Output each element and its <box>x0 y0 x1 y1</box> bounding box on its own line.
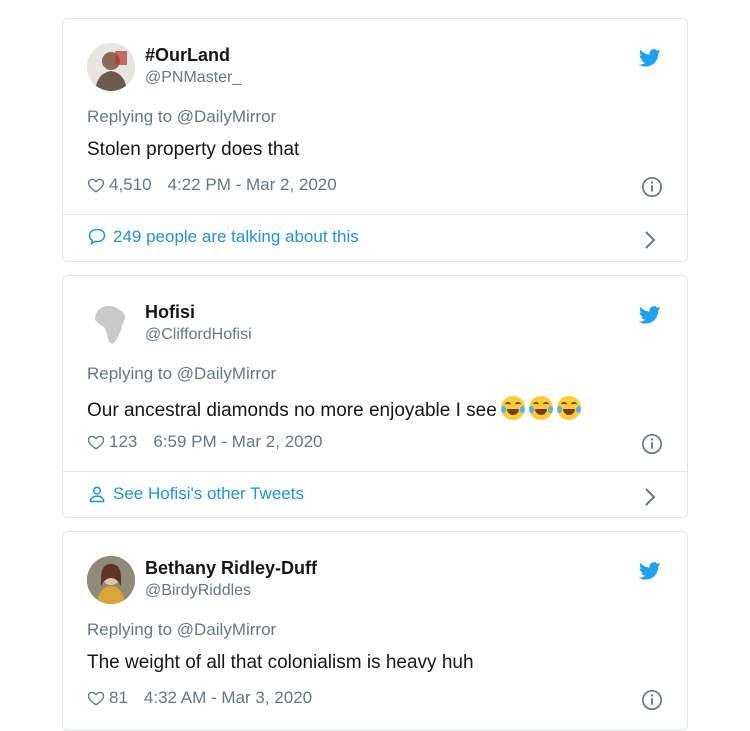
tweet-text-body: Our ancestral diamonds no more enjoyable… <box>87 400 497 421</box>
timestamp[interactable]: 6:59 PM - Mar 2, 2020 <box>153 432 322 452</box>
tweet-card[interactable]: Bethany Ridley-Duff @BirdyRiddles Replyi… <box>62 531 688 731</box>
comment-icon <box>88 228 106 246</box>
tweet-meta: 4,510 4:22 PM - Mar 2, 2020 <box>87 175 337 195</box>
like-count[interactable]: 4,510 <box>109 175 152 195</box>
info-icon[interactable] <box>641 176 663 198</box>
reply-context[interactable]: Replying to @DailyMirror <box>87 107 276 127</box>
tweet-text: The weight of all that colonialism is he… <box>87 652 474 673</box>
tweet-meta: 123 6:59 PM - Mar 2, 2020 <box>87 432 323 452</box>
user-name[interactable]: Bethany Ridley-Duff <box>145 558 317 579</box>
user-handle[interactable]: @BirdyRiddles <box>145 582 251 600</box>
chevron-right-icon[interactable] <box>643 229 657 251</box>
tweet-card[interactable]: #OurLand @PNMaster_ Replying to @DailyMi… <box>62 18 688 262</box>
avatar[interactable] <box>87 300 135 348</box>
user-handle[interactable]: @CliffordHofisi <box>145 326 252 344</box>
reply-context[interactable]: Replying to @DailyMirror <box>87 620 276 640</box>
timestamp[interactable]: 4:22 PM - Mar 2, 2020 <box>168 175 337 195</box>
avatar[interactable] <box>87 556 135 604</box>
divider <box>63 471 687 472</box>
profile-link[interactable]: See Hofisi's other Tweets <box>87 484 304 504</box>
laughing-crying-emoji-icon <box>528 396 553 420</box>
laughing-crying-emoji-icon <box>556 396 581 420</box>
heart-icon[interactable] <box>87 689 105 707</box>
footer-label: See Hofisi's other Tweets <box>113 484 304 503</box>
twitter-bird-icon[interactable] <box>639 560 661 582</box>
like-count[interactable]: 81 <box>109 688 128 708</box>
twitter-bird-icon[interactable] <box>639 47 661 69</box>
info-icon[interactable] <box>641 689 663 711</box>
laughing-crying-emoji-icon <box>500 396 525 420</box>
user-handle[interactable]: @PNMaster_ <box>145 69 241 87</box>
tweet-text: Our ancestral diamonds no more enjoyable… <box>87 396 581 422</box>
like-count[interactable]: 123 <box>109 432 137 452</box>
twitter-bird-icon[interactable] <box>639 304 661 326</box>
person-icon <box>89 486 105 503</box>
heart-icon[interactable] <box>87 176 105 194</box>
tweet-meta: 81 4:32 AM - Mar 3, 2020 <box>87 688 312 708</box>
tweet-text: Stolen property does that <box>87 139 300 160</box>
divider <box>63 214 687 215</box>
timestamp[interactable]: 4:32 AM - Mar 3, 2020 <box>144 688 312 708</box>
conversation-link[interactable]: 249 people are talking about this <box>87 227 359 247</box>
info-icon[interactable] <box>641 433 663 455</box>
user-name[interactable]: Hofisi <box>145 302 195 323</box>
tweet-card[interactable]: Hofisi @CliffordHofisi Replying to @Dail… <box>62 275 688 518</box>
reply-context[interactable]: Replying to @DailyMirror <box>87 364 276 384</box>
chevron-right-icon[interactable] <box>643 486 657 508</box>
user-name[interactable]: #OurLand <box>145 45 230 66</box>
footer-label: 249 people are talking about this <box>113 227 359 246</box>
avatar[interactable] <box>87 43 135 91</box>
heart-icon[interactable] <box>87 433 105 451</box>
